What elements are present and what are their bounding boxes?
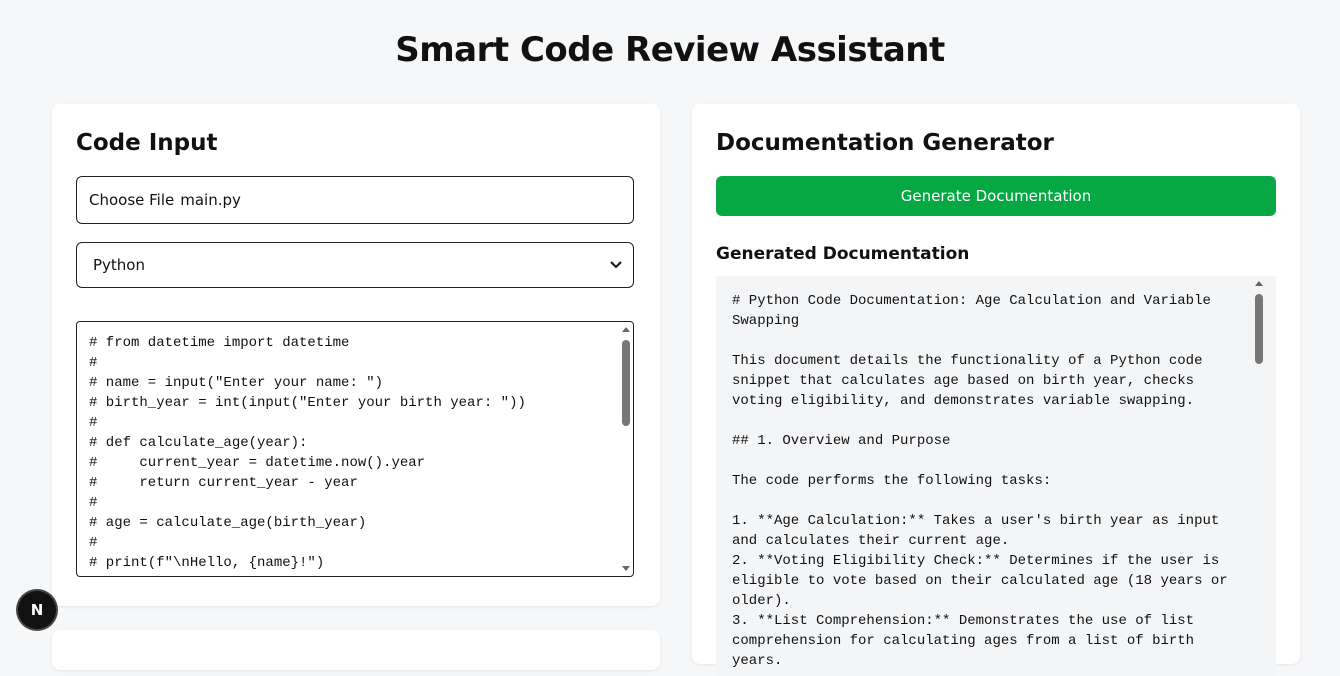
code-input-title: Code Input <box>76 130 218 156</box>
generated-documentation-heading: Generated Documentation <box>716 244 970 264</box>
svg-text:N: N <box>31 601 44 619</box>
page-title: Smart Code Review Assistant <box>395 30 945 70</box>
scroll-thumb[interactable] <box>1255 294 1263 364</box>
code-text: # from datetime import datetime # # name… <box>89 335 526 571</box>
language-selected-value: Python <box>93 256 145 274</box>
generate-documentation-button[interactable]: Generate Documentation <box>716 176 1276 216</box>
scroll-up-icon[interactable] <box>622 327 630 332</box>
scroll-down-icon[interactable] <box>622 566 630 571</box>
n-logo-icon: N <box>31 601 44 619</box>
language-select[interactable]: Python <box>76 242 634 288</box>
nextjs-badge[interactable]: N <box>18 591 56 629</box>
documentation-text: # Python Code Documentation: Age Calcula… <box>732 293 1228 669</box>
code-textarea[interactable]: # from datetime import datetime # # name… <box>76 321 634 577</box>
scroll-up-icon[interactable] <box>1255 281 1263 286</box>
documentation-output[interactable]: # Python Code Documentation: Age Calcula… <box>716 276 1276 676</box>
code-scrollbar[interactable] <box>619 322 633 576</box>
chevron-down-icon <box>609 258 623 272</box>
documentation-card: Documentation Generator Generate Documen… <box>692 104 1300 676</box>
choose-file-button[interactable]: Choose File <box>89 191 174 209</box>
next-card <box>52 630 660 670</box>
scroll-thumb[interactable] <box>622 340 630 426</box>
file-input[interactable]: Choose File main.py <box>76 176 634 224</box>
code-input-card: Code Input Choose File main.py Python # … <box>52 104 660 606</box>
documentation-title: Documentation Generator <box>716 130 1054 156</box>
file-name: main.py <box>180 191 241 209</box>
documentation-scrollbar[interactable] <box>1252 276 1266 676</box>
